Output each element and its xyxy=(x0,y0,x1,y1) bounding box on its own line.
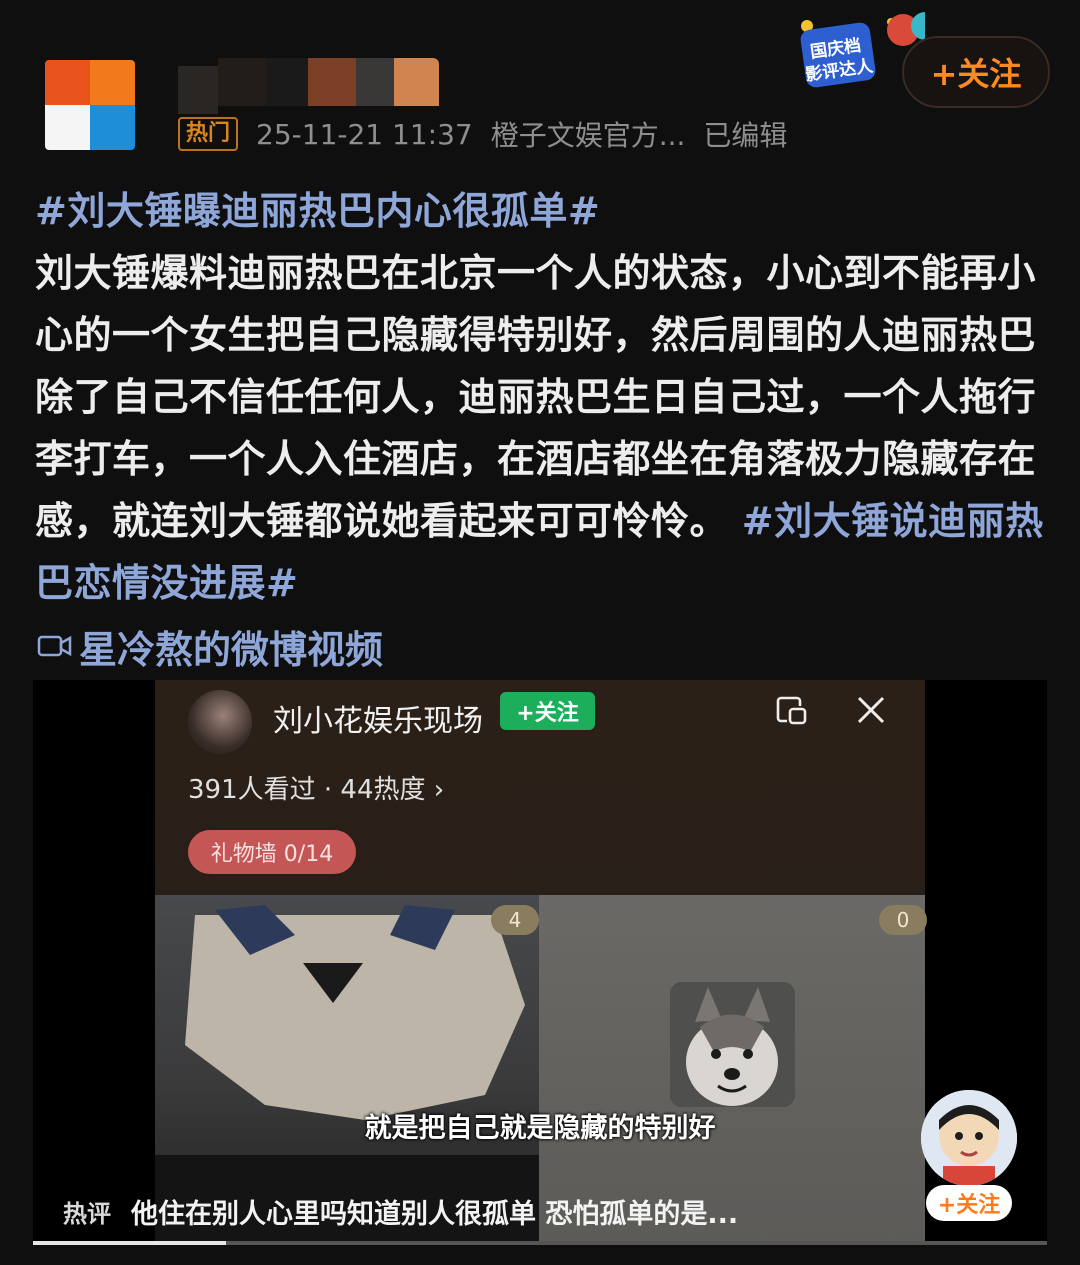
video-link[interactable]: 星冷熬的微博视频 xyxy=(37,618,383,674)
guest-count-badge: 4 xyxy=(491,905,539,935)
husky-icon xyxy=(670,982,795,1107)
host-name[interactable]: 刘小花娱乐现场 xyxy=(273,692,483,752)
hot-comment-text: 他住在别人心里吗知道别人很孤单 恐怕孤单的是... xyxy=(131,1198,739,1230)
post-content: #刘大锤曝迪丽热巴内心很孤单# 刘大锤爆料迪丽热巴在北京一个人的状态，小心到不能… xyxy=(35,180,1045,614)
gift-wall-button[interactable]: 礼物墙 0/14 xyxy=(188,830,356,874)
video-camera-icon xyxy=(37,635,72,657)
recommend-follow-button[interactable]: +关注 xyxy=(926,1185,1012,1221)
video-progress-bar[interactable] xyxy=(33,1241,1047,1245)
guest-count-badge: 0 xyxy=(879,905,927,935)
recommend-avatar[interactable] xyxy=(921,1090,1017,1186)
author-name-redacted[interactable] xyxy=(178,58,439,114)
husky-avatar xyxy=(670,982,795,1107)
edited-label: 已编辑 xyxy=(703,119,788,152)
viewer-count[interactable]: 391人看过 · 44热度 › xyxy=(188,768,444,812)
host-follow-button[interactable]: +关注 xyxy=(500,692,595,730)
video-player[interactable]: 刘小花娱乐现场 +关注 391人看过 · 44热度 › 礼物墙 0/14 4 0 xyxy=(33,680,1047,1245)
video-progress-fill xyxy=(33,1241,226,1245)
hot-comment-label: 热评 xyxy=(63,1199,111,1228)
picture-in-picture-icon[interactable] xyxy=(773,692,809,728)
hot-tag: 热门 xyxy=(178,117,239,151)
post-timestamp: 25-11-21 11:37 xyxy=(256,117,473,151)
author-avatar[interactable] xyxy=(45,60,135,150)
follow-button[interactable]: +关注 xyxy=(902,36,1050,108)
cartoon-boy-icon xyxy=(921,1090,1017,1186)
hot-comment[interactable]: 热评 他住在别人心里吗知道别人很孤单 恐怕孤单的是... xyxy=(63,1188,738,1234)
topic-link[interactable]: #刘大锤曝迪丽热巴内心很孤单# xyxy=(35,189,600,233)
video-subtitle: 就是把自己就是隐藏的特别好 xyxy=(364,1113,716,1144)
video-link-label: 星冷熬的微博视频 xyxy=(79,627,384,672)
host-avatar[interactable] xyxy=(188,690,252,754)
post-source[interactable]: 橙子文娱官方... xyxy=(491,114,686,154)
close-icon[interactable] xyxy=(853,692,889,728)
post-meta: 热门 25-11-21 11:37 橙子文娱官方... 已编辑 xyxy=(178,114,787,154)
